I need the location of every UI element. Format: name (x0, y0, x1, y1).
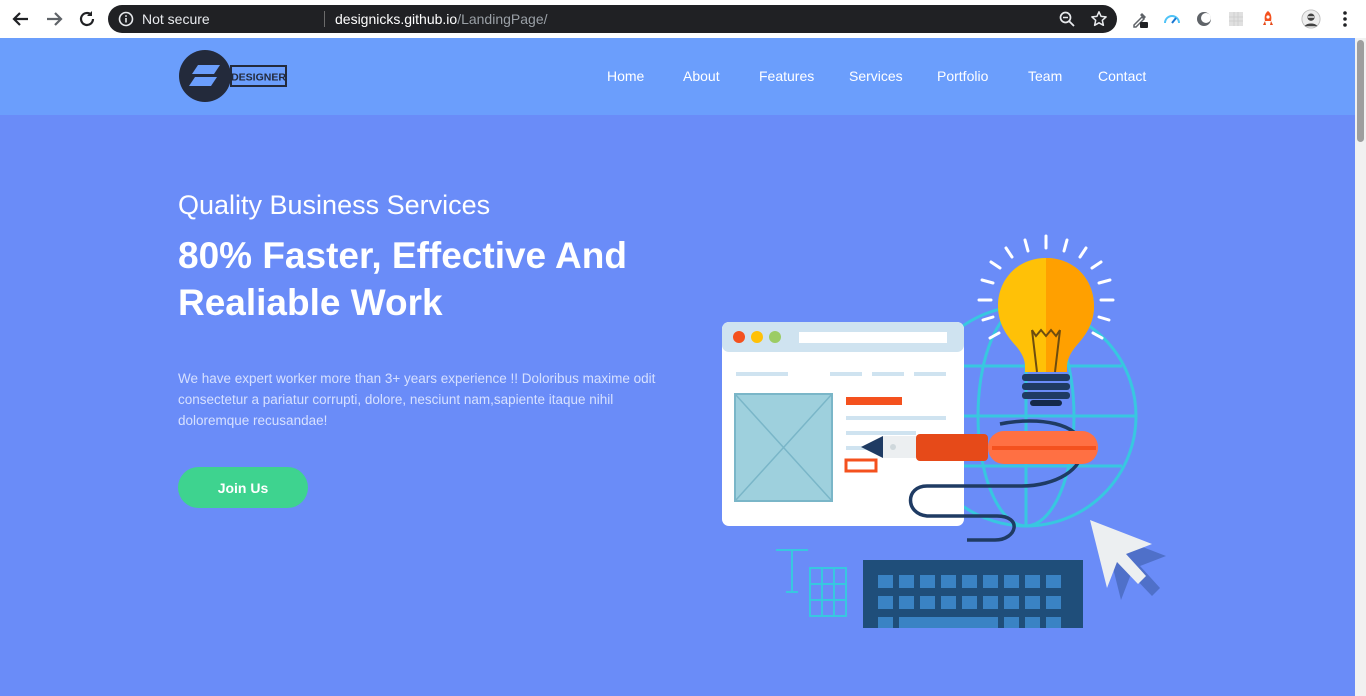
hero-title: 80% Faster, Effective And Realiable Work (178, 235, 627, 323)
address-divider (324, 11, 325, 27)
nav-home[interactable]: Home (607, 68, 644, 84)
reload-icon (79, 11, 95, 27)
speed-extension-icon[interactable] (1162, 9, 1182, 29)
forward-button[interactable] (42, 7, 66, 31)
nav-about[interactable]: About (683, 68, 720, 84)
profile-avatar-icon[interactable] (1301, 9, 1321, 29)
cursor-arrow-icon (1090, 520, 1166, 600)
url-domain: designicks.github.io (335, 11, 458, 27)
info-icon[interactable] (118, 11, 134, 27)
browser-toolbar: Not secure designicks.github.io/LandingP… (0, 0, 1366, 38)
address-bar[interactable]: Not secure designicks.github.io/LandingP… (108, 5, 1117, 33)
url-path: /LandingPage/ (457, 11, 548, 27)
nav-services[interactable]: Services (849, 68, 903, 84)
star-icon[interactable] (1090, 10, 1108, 28)
hero-subtitle: Quality Business Services (178, 190, 491, 220)
grid-extension-icon[interactable] (1226, 9, 1246, 29)
security-status[interactable]: Not secure (142, 11, 210, 27)
kebab-menu-icon[interactable] (1335, 9, 1355, 29)
nav-contact[interactable]: Contact (1098, 68, 1146, 84)
nav-portfolio[interactable]: Portfolio (937, 68, 988, 84)
arrow-left-icon (12, 12, 28, 26)
url-text[interactable]: designicks.github.io/LandingPage/ (335, 11, 548, 27)
rocket-extension-icon[interactable] (1258, 9, 1278, 29)
site-header: DESIGNER Home About Features Services Po… (0, 38, 1355, 115)
hero-description: We have expert worker more than 3+ years… (178, 371, 656, 428)
join-us-button[interactable]: Join Us (178, 467, 308, 508)
keyboard-graphic (863, 560, 1083, 628)
landing-page: DESIGNER Home About Features Services Po… (0, 38, 1355, 696)
text-table-glyph (776, 549, 847, 617)
browser-window-graphic (722, 322, 964, 526)
reload-button[interactable] (75, 7, 99, 31)
main-nav: Home About Features Services Portfolio T… (0, 68, 1355, 88)
nav-team[interactable]: Team (1028, 68, 1062, 84)
hero-illustration (722, 234, 1166, 628)
back-button[interactable] (9, 7, 33, 31)
arrow-right-icon (47, 12, 63, 26)
nav-features[interactable]: Features (759, 68, 814, 84)
dark-mode-extension-icon[interactable] (1194, 9, 1214, 29)
page-scrollbar[interactable] (1355, 38, 1366, 696)
eyedropper-extension-icon[interactable] (1130, 9, 1150, 29)
scrollbar-thumb[interactable] (1357, 40, 1364, 142)
zoom-icon[interactable] (1058, 10, 1076, 28)
lightbulb-icon (998, 258, 1094, 406)
